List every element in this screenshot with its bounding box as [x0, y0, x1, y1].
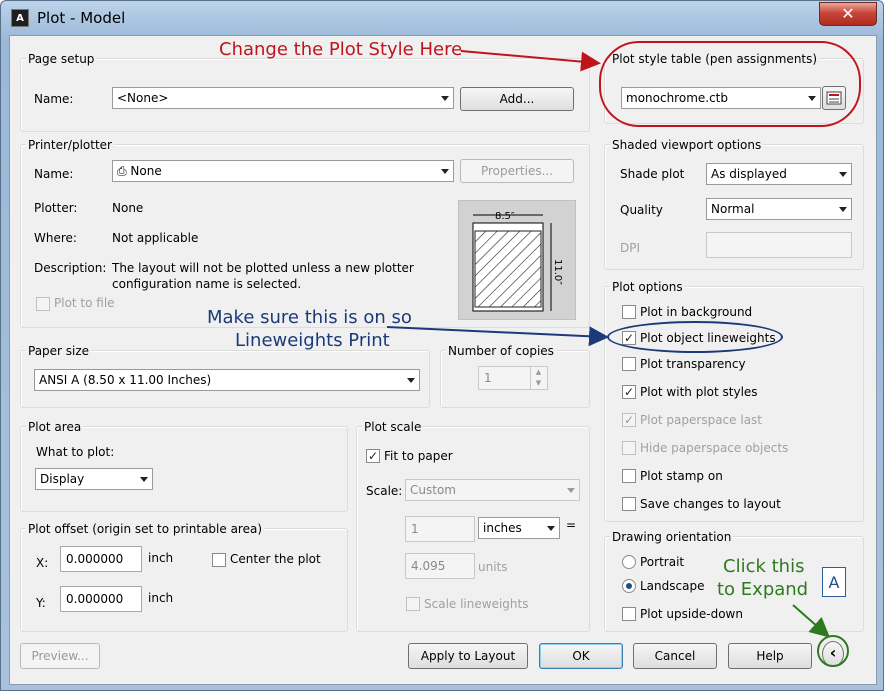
annotation-arrows: [386, 50, 830, 638]
plot-dialog-window: A Plot - Model ✕ Page setup Name: <None>…: [0, 0, 884, 691]
